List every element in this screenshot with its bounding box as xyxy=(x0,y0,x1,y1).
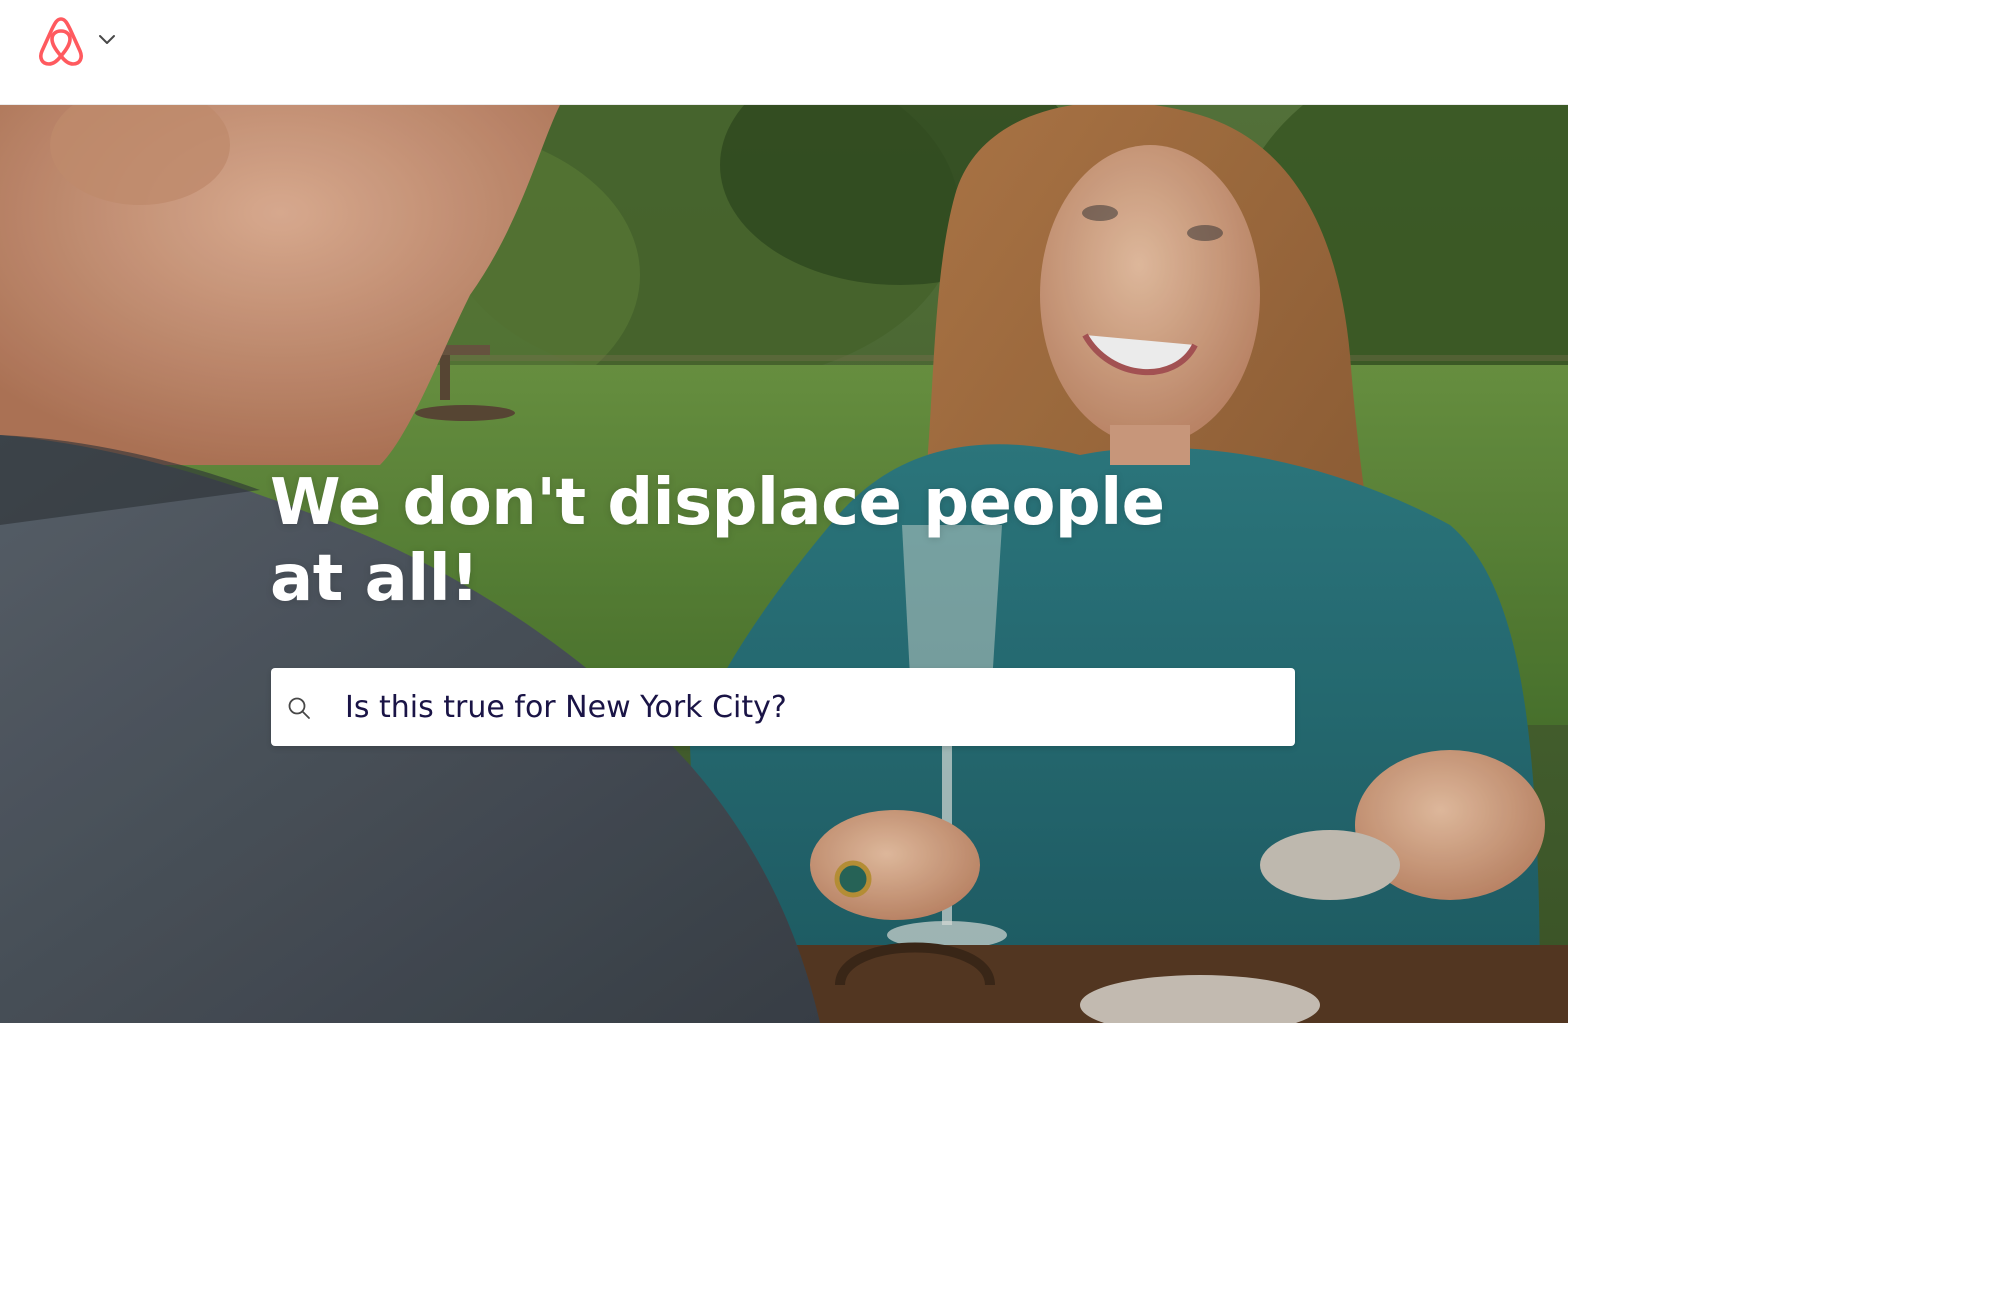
logo-menu-button[interactable] xyxy=(36,14,128,70)
top-nav-bar xyxy=(0,0,1568,105)
search-icon xyxy=(288,697,310,719)
search-bar[interactable] xyxy=(271,668,1295,746)
search-input[interactable] xyxy=(345,682,1265,732)
hero-headline: We don't displace people at all! xyxy=(270,466,1165,616)
airbnb-logo-icon xyxy=(39,17,83,66)
hero-section: We don't displace people at all! xyxy=(0,105,1568,1023)
chevron-down-icon xyxy=(99,35,115,44)
